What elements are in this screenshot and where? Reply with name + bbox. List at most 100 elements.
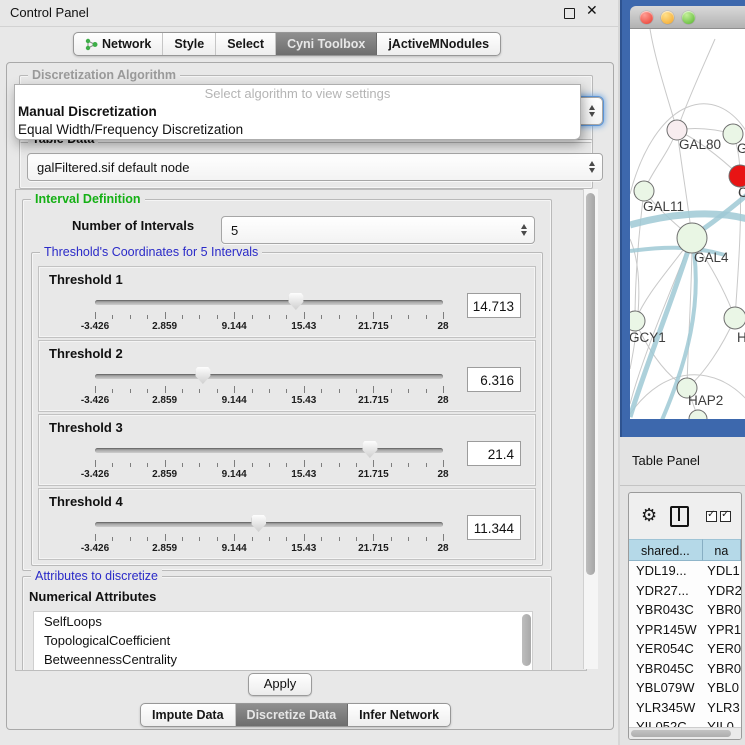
number-of-intervals-label: Number of Intervals <box>72 218 194 233</box>
table-row[interactable]: YBR043CYBR0 <box>629 600 741 620</box>
combo-stepper-icon <box>589 105 595 117</box>
number-of-intervals-combobox[interactable]: 5 <box>221 216 535 244</box>
threshold-slider[interactable]: -3.4262.8599.14415.4321.71528 <box>95 439 443 483</box>
slider-track[interactable] <box>95 522 443 527</box>
tab-discretize-data[interactable]: Discretize Data <box>236 704 349 726</box>
network-view-panel[interactable]: GAL80GACGAL11GAL4GCY1HHAP2 <box>620 0 745 437</box>
control-panel-title: Control Panel <box>0 5 89 20</box>
numerical-attributes-list[interactable]: SelfLoopsTopologicalCoefficientBetweenne… <box>33 611 533 671</box>
thresholds-group-title: Threshold's Coordinates for 5 Intervals <box>40 245 262 260</box>
table-column-header[interactable]: na <box>703 539 741 561</box>
thresholds-group: Threshold's Coordinates for 5 Intervals … <box>31 252 543 566</box>
zoom-traffic-light-icon[interactable] <box>682 11 695 24</box>
threshold-value-field[interactable]: 6.316 <box>467 367 521 392</box>
table-panel: Table Panel ⚙ shared...na YDL19...YDL1YD… <box>620 437 745 745</box>
table-horizontal-scrollbar-thumb[interactable] <box>631 730 731 737</box>
attribute-list-item[interactable]: TopologicalCoefficient <box>34 631 532 650</box>
attributes-group: Attributes to discretize Numerical Attri… <box>22 576 552 671</box>
table-row[interactable]: YBL079WYBL0 <box>629 678 741 698</box>
table-data-combobox[interactable]: galFiltered.sif default node <box>27 153 603 181</box>
checkbox-icon[interactable] <box>706 511 717 522</box>
network-node-label: GAL11 <box>643 199 684 214</box>
threshold-slider[interactable]: -3.4262.8599.14415.4321.71528 <box>95 291 443 335</box>
table-cell: YLR345W <box>629 698 701 718</box>
threshold-value-field[interactable]: 14.713 <box>467 293 521 318</box>
table-row[interactable]: YIL052CYIL0 <box>629 717 741 727</box>
network-canvas[interactable]: GAL80GACGAL11GAL4GCY1HHAP2 <box>630 29 745 419</box>
table-horizontal-scrollbar[interactable] <box>629 727 741 739</box>
slider-ticks <box>95 312 443 320</box>
threshold-box: Threshold 2 -3.4262.8599.14415.4321.71528… <box>38 340 536 412</box>
network-node[interactable] <box>689 410 707 419</box>
table-row[interactable]: YPR145WYPR1 <box>629 620 741 640</box>
discretization-algorithm-group-title: Discretization Algorithm <box>28 68 180 83</box>
table-cell: YBR0 <box>701 600 741 620</box>
network-node[interactable] <box>724 307 745 329</box>
network-node[interactable] <box>634 181 654 201</box>
apply-button[interactable]: Apply <box>248 673 312 696</box>
algorithm-option[interactable]: Manual Discretization <box>15 103 580 121</box>
table-row[interactable]: YER054CYER0 <box>629 639 741 659</box>
slider-thumb[interactable] <box>251 515 266 532</box>
minimize-traffic-light-icon[interactable] <box>661 11 674 24</box>
slider-thumb[interactable] <box>362 441 377 458</box>
table-cell: YIL052C <box>629 717 701 727</box>
table-row[interactable]: YBR045CYBR0 <box>629 659 741 679</box>
close-icon[interactable]: ✕ <box>586 3 598 19</box>
numerical-attributes-label: Numerical Attributes <box>29 589 156 604</box>
tab-style[interactable]: Style <box>163 33 216 55</box>
tab-label: Infer Network <box>359 708 439 722</box>
slider-track[interactable] <box>95 300 443 305</box>
threshold-value-field[interactable]: 11.344 <box>467 515 521 540</box>
threshold-box: Threshold 1-3.4262.8599.14415.4321.71528… <box>38 266 536 338</box>
attribute-list-item[interactable]: BetweennessCentrality <box>34 650 532 669</box>
table-rows: YDL19...YDL1YDR27...YDR2YBR043CYBR0YPR14… <box>629 561 741 727</box>
tab-label: Select <box>227 37 264 51</box>
attribute-list-item[interactable]: SelfLoops <box>34 612 532 631</box>
network-node[interactable] <box>677 223 707 253</box>
tab-infer-network[interactable]: Infer Network <box>348 704 450 726</box>
tab-network[interactable]: Network <box>74 33 163 55</box>
vertical-scrollbar[interactable] <box>583 189 598 669</box>
algorithm-dropdown-hint[interactable]: Select algorithm to view settings <box>15 85 580 103</box>
interval-definition-title: Interval Definition <box>31 192 145 207</box>
slider-ticks <box>95 460 443 468</box>
threshold-slider[interactable]: -3.4262.8599.14415.4321.71528 <box>95 513 443 557</box>
tab-label: Cyni Toolbox <box>287 37 365 51</box>
slider-ticks <box>95 534 443 542</box>
table-cell: YDR27... <box>629 581 701 601</box>
number-of-intervals-value: 5 <box>231 223 238 238</box>
close-traffic-light-icon[interactable] <box>640 11 653 24</box>
table-cell: YBR043C <box>629 600 701 620</box>
cyni-toolbox-content: Discretization Algorithm Select algorith… <box>6 62 614 730</box>
threshold-value-field[interactable]: 21.4 <box>467 441 521 466</box>
tab-jactivemnodules[interactable]: jActiveMNodules <box>377 33 500 55</box>
vertical-scrollbar-thumb[interactable] <box>586 193 595 575</box>
threshold-label: Threshold 2 <box>49 346 123 361</box>
table-column-header[interactable]: shared... <box>629 539 703 561</box>
tab-cyni-toolbox[interactable]: Cyni Toolbox <box>276 33 377 55</box>
slider-thumb[interactable] <box>195 367 210 384</box>
network-icon <box>85 38 98 51</box>
table-cell: YBL0 <box>701 678 741 698</box>
network-node-label: GAL4 <box>694 250 729 265</box>
tab-label: Style <box>174 37 204 51</box>
slider-track[interactable] <box>95 374 443 379</box>
threshold-slider[interactable]: -3.4262.8599.14415.4321.71528 <box>95 365 443 409</box>
table-row[interactable]: YDR27...YDR2 <box>629 581 741 601</box>
split-view-icon[interactable] <box>670 506 689 527</box>
attributes-list-scrollbar[interactable] <box>522 614 531 666</box>
table-panel-body: ⚙ shared...na YDL19...YDL1YDR27...YDR2YB… <box>628 492 742 740</box>
gear-icon[interactable]: ⚙ <box>641 507 657 525</box>
algorithm-option[interactable]: Equal Width/Frequency Discretization <box>15 121 580 139</box>
table-row[interactable]: YLR345WYLR3 <box>629 698 741 718</box>
float-window-icon[interactable] <box>564 8 575 19</box>
slider-track[interactable] <box>95 448 443 453</box>
table-row[interactable]: YDL19...YDL1 <box>629 561 741 581</box>
checkbox-icon[interactable] <box>720 511 731 522</box>
tab-impute-data[interactable]: Impute Data <box>141 704 236 726</box>
slider-thumb[interactable] <box>288 293 303 310</box>
tab-select[interactable]: Select <box>216 33 276 55</box>
table-header-row: shared...na <box>629 539 741 561</box>
network-node[interactable] <box>630 311 645 331</box>
